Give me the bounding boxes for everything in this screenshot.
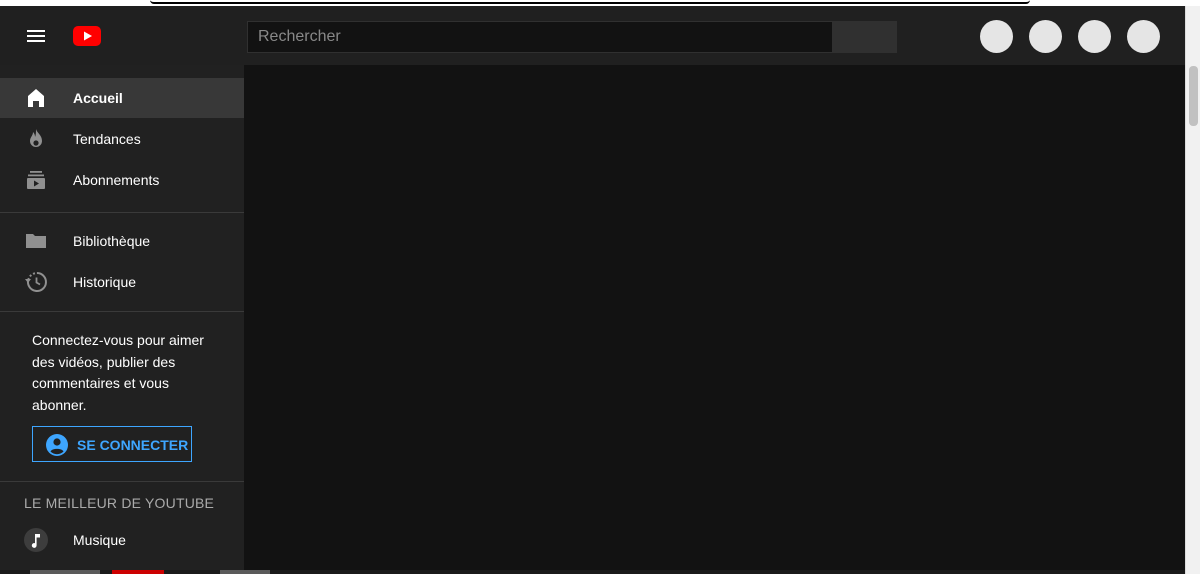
account-placeholder-button[interactable] xyxy=(1127,20,1160,53)
sidebar-item-label: Tendances xyxy=(73,131,141,147)
sidebar-divider xyxy=(0,311,244,312)
folder-icon xyxy=(24,229,48,253)
hamburger-menu-icon[interactable] xyxy=(24,24,48,48)
sidebar-item-label: Bibliothèque xyxy=(73,233,151,249)
search-button[interactable] xyxy=(833,21,897,53)
taskbar-edge xyxy=(0,570,1185,574)
flame-icon xyxy=(24,127,48,151)
create-placeholder-button[interactable] xyxy=(1029,20,1062,53)
signin-button-label: SE CONNECTER xyxy=(77,437,189,453)
main-content xyxy=(244,65,1185,574)
settings-placeholder-button[interactable] xyxy=(1078,20,1111,53)
taskbar-segment xyxy=(220,570,270,574)
youtube-app: Accueil Tendances Abonnements Bibliothèq… xyxy=(0,6,1185,574)
sidebar-divider xyxy=(0,481,244,482)
sidebar-item-bibliotheque[interactable]: Bibliothèque xyxy=(0,221,244,261)
sidebar-item-tendances[interactable]: Tendances xyxy=(0,119,244,159)
taskbar-segment xyxy=(30,570,100,574)
sidebar-item-accueil[interactable]: Accueil xyxy=(0,78,244,118)
youtube-logo-icon[interactable] xyxy=(73,26,101,46)
search-input[interactable] xyxy=(247,21,833,53)
account-circle-icon xyxy=(45,433,69,457)
sidebar-item-label: Historique xyxy=(73,274,137,290)
sidebar-item-label: Accueil xyxy=(73,90,123,106)
signin-prompt: Connectez-vous pour aimer des vidéos, pu… xyxy=(32,332,204,413)
section-title-best-of: LE MEILLEUR DE YOUTUBE xyxy=(24,495,215,511)
signin-button[interactable]: SE CONNECTER xyxy=(32,426,192,462)
vertical-scrollbar[interactable] xyxy=(1185,6,1200,574)
sidebar-item-label: Musique xyxy=(73,532,126,548)
scrollbar-thumb[interactable] xyxy=(1189,66,1198,126)
browser-tab-edge xyxy=(150,0,1030,4)
home-icon xyxy=(24,86,48,110)
sidebar-item-historique[interactable]: Historique xyxy=(0,262,244,302)
sidebar-item-label: Abonnements xyxy=(73,172,160,188)
masthead xyxy=(0,6,1185,65)
apps-placeholder-button[interactable] xyxy=(980,20,1013,53)
subscriptions-icon xyxy=(24,168,48,192)
history-icon xyxy=(24,270,48,294)
sidebar-item-musique[interactable]: Musique xyxy=(0,520,244,560)
sidebar-divider xyxy=(0,212,244,213)
taskbar-segment xyxy=(112,570,164,574)
sidebar-item-abonnements[interactable]: Abonnements xyxy=(0,160,244,200)
music-note-icon xyxy=(24,528,48,552)
sidebar: Accueil Tendances Abonnements Bibliothèq… xyxy=(0,65,244,574)
